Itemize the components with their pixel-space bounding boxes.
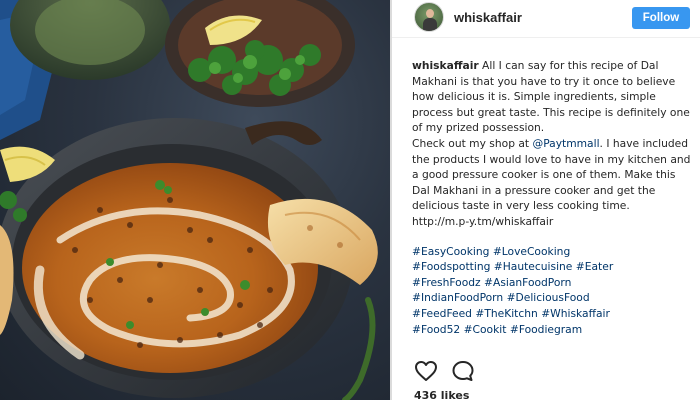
avatar-head-shape <box>426 9 434 18</box>
caption-text-2a: Check out my shop at <box>412 136 533 150</box>
hashtag[interactable]: #Eater <box>576 260 613 273</box>
post-photo[interactable] <box>0 0 392 400</box>
hashtag[interactable]: #IndianFoodPorn <box>412 291 503 304</box>
heart-icon[interactable] <box>414 360 438 382</box>
hashtag[interactable]: #Hautecuisine <box>494 260 573 273</box>
likes-count[interactable]: 436 likes <box>414 389 469 400</box>
post-side-panel: whiskaffair Follow whiskaffair All I can… <box>392 0 700 400</box>
hashtag[interactable]: #FeedFeed <box>412 307 472 320</box>
hashtag-line: #IndianFoodPorn #DeliciousFood <box>412 290 692 306</box>
hashtag-line: #FreshFoodz #AsianFoodPorn <box>412 275 692 291</box>
caption-paragraph-2: Check out my shop at @Paytmmall. I have … <box>412 136 692 214</box>
shop-url: http://m.p-y.tm/whiskaffair <box>412 214 554 228</box>
hashtag[interactable]: #TheKitchn <box>475 307 537 320</box>
hashtag-line: #Food52 #Cookit #Foodiegram <box>412 322 692 338</box>
hashtag[interactable]: #EasyCooking <box>412 245 489 258</box>
post-header: whiskaffair Follow <box>392 0 700 38</box>
hashtag[interactable]: #Whiskaffair <box>541 307 610 320</box>
header-username[interactable]: whiskaffair <box>454 10 522 25</box>
hashtag[interactable]: #FreshFoodz <box>412 276 481 289</box>
caption-username[interactable]: whiskaffair <box>412 59 479 72</box>
hashtag-block: #EasyCooking #LoveCooking #Foodspotting … <box>412 244 692 338</box>
post-caption: whiskaffair All I can say for this recip… <box>412 58 692 337</box>
hashtag[interactable]: #Foodspotting <box>412 260 490 273</box>
hashtag[interactable]: #DeliciousFood <box>507 291 590 304</box>
hashtag-line: #FeedFeed #TheKitchn #Whiskaffair <box>412 306 692 322</box>
hashtag-line: #EasyCooking #LoveCooking <box>412 244 692 260</box>
hashtag[interactable]: #Food52 <box>412 323 460 336</box>
post-actions <box>414 360 504 382</box>
comment-icon[interactable] <box>451 360 475 382</box>
hashtag[interactable]: #AsianFoodPorn <box>484 276 571 289</box>
caption-paragraph-1: whiskaffair All I can say for this recip… <box>412 58 692 136</box>
hashtag-line: #Foodspotting #Hautecuisine #Eater <box>412 259 692 275</box>
mention-link[interactable]: @Paytmmall <box>533 137 600 150</box>
avatar-body-shape <box>423 18 437 31</box>
dal-makhani-photo <box>0 0 378 400</box>
hashtag[interactable]: #Foodiegram <box>510 323 582 336</box>
caption-url-line: http://m.p-y.tm/whiskaffair <box>412 214 692 230</box>
hashtag[interactable]: #LoveCooking <box>493 245 570 258</box>
hashtag[interactable]: #Cookit <box>464 323 507 336</box>
avatar[interactable] <box>414 2 444 32</box>
follow-button[interactable]: Follow <box>632 7 690 29</box>
